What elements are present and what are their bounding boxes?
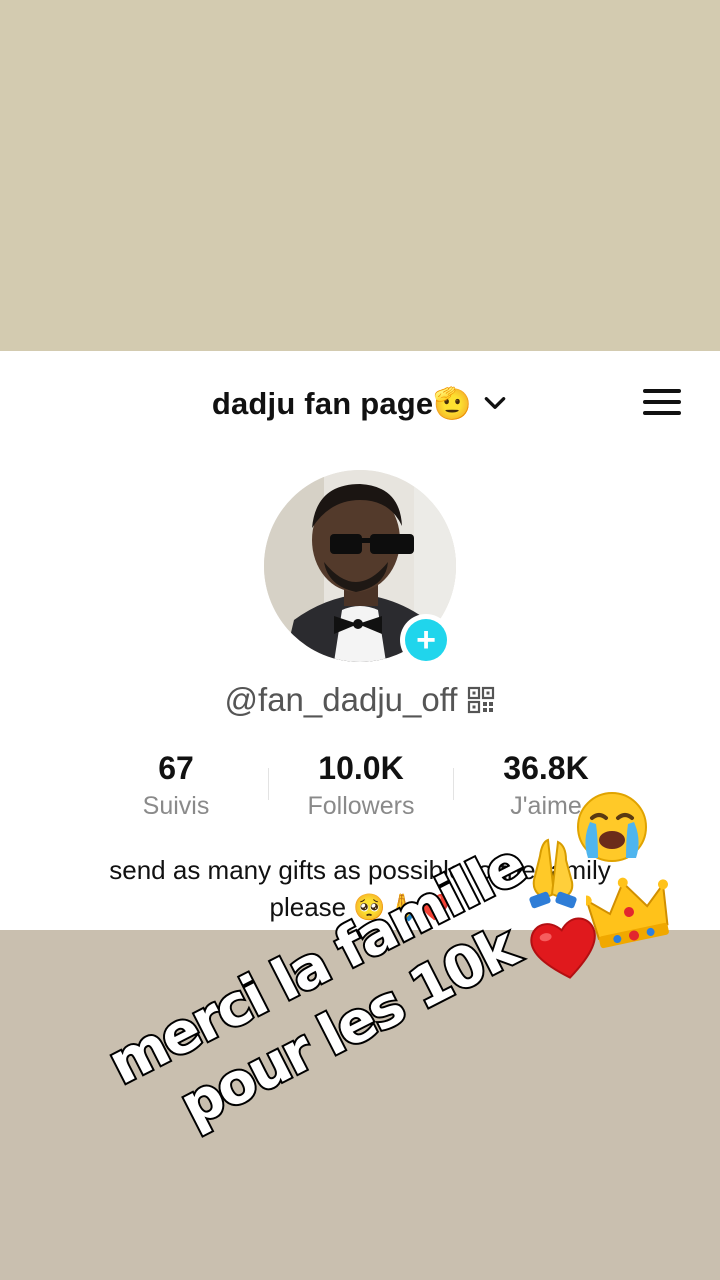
- hamburger-icon-bar: [643, 411, 681, 415]
- stat-value: 67: [158, 750, 194, 786]
- hamburger-menu-button[interactable]: [643, 386, 683, 418]
- stat-value: 36.8K: [503, 750, 589, 786]
- qr-code-icon[interactable]: [467, 686, 495, 714]
- plus-icon: +: [405, 619, 447, 661]
- username: @fan_dadju_off: [224, 681, 458, 718]
- account-switcher[interactable]: dadju fan page🫡: [0, 380, 720, 426]
- stat-followers[interactable]: 10.0K Followers: [271, 748, 451, 821]
- praying-hands-emoji-icon: [529, 838, 577, 909]
- stat-label: Suivis: [142, 792, 210, 820]
- background-top: [0, 0, 720, 351]
- stat-value: 10.0K: [318, 750, 404, 786]
- stat-divider: [453, 768, 454, 800]
- follow-add-button[interactable]: +: [400, 614, 452, 666]
- stat-following[interactable]: 67 Suivis: [86, 748, 266, 821]
- chevron-down-icon: [484, 397, 506, 409]
- stat-divider: [268, 768, 269, 800]
- stat-label: Followers: [307, 792, 415, 820]
- red-heart-emoji-icon: [530, 917, 596, 979]
- page-title: dadju fan page🫡: [211, 385, 473, 421]
- hamburger-icon: [643, 389, 681, 393]
- profile-header: dadju fan page🫡: [0, 380, 720, 426]
- username-row: @fan_dadju_off: [0, 680, 720, 720]
- hamburger-icon-bar: [643, 400, 681, 404]
